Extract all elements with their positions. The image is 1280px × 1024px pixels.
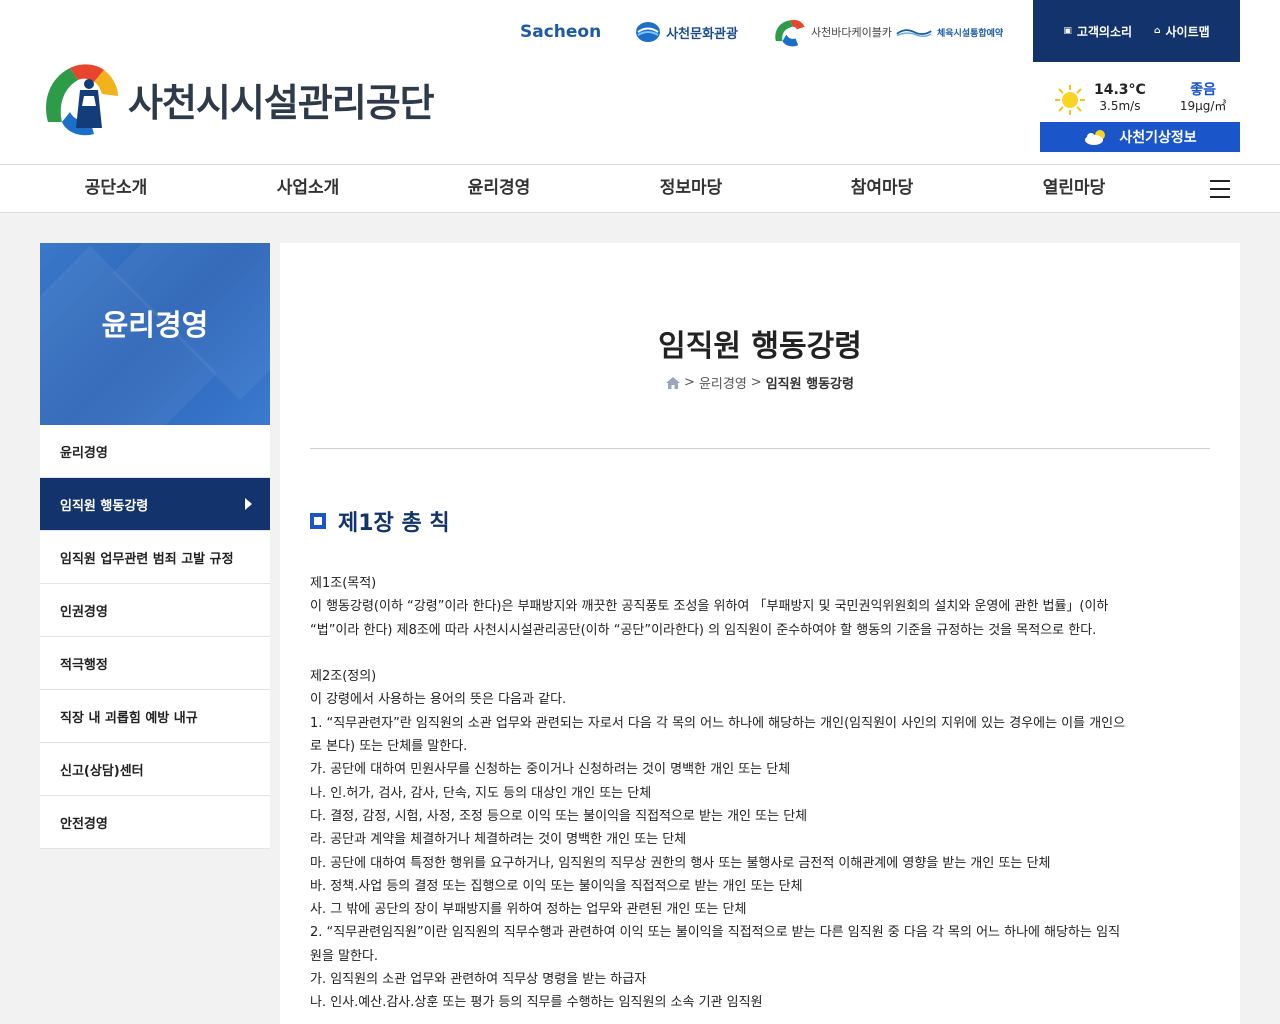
gnb-item-ethics[interactable]: 윤리경영 (419, 165, 579, 212)
breadcrumb-parent[interactable]: 윤리경영 (699, 373, 747, 392)
home-icon[interactable] (666, 376, 681, 389)
main-content: 임직원 행동강령 > 윤리경영 > 임직원 행동강령 제1장 총 칙 제1조(목… (280, 243, 1240, 1024)
sidebar-item-label: 적극행정 (60, 657, 108, 673)
sidebar-header: 윤리경영 (40, 243, 270, 425)
regulation-text: 제1조(목적) 이 행동강령(이하 “강령”이라 한다)은 부패방지와 깨끗한 공… (310, 572, 1210, 1015)
partner-sports-booking[interactable]: 체육시설통합예약 (896, 26, 1003, 39)
partner-links: Sacheon 사천문화관광 사천바다케이블카 체육시설통합예약 (520, 14, 1003, 50)
top-utility-bar: ▣ 고객의소리 ⌂ 사이트맵 (1033, 0, 1240, 62)
text-line: 가. 공단에 대하여 민원사무를 신청하는 중이거나 신청하려는 것이 명백한 … (310, 762, 791, 778)
weather-info-label: 사천기상정보 (1119, 130, 1197, 146)
logo-text: 사천시시설관리공단 (128, 80, 435, 125)
page-title: 임직원 행동강령 (658, 329, 862, 364)
partner-cable-car[interactable]: 사천바다케이블카 (772, 17, 892, 47)
text-line: 2. “직무관련임직원”이란 임직원의 직무수행과 관련하여 이익 또는 불이익… (310, 925, 1121, 941)
site-logo[interactable]: 사천시시설관리공단 (40, 60, 435, 138)
breadcrumb-separator: > (750, 375, 762, 390)
sun-icon (1055, 85, 1085, 115)
customer-voice-link[interactable]: ▣ 고객의소리 (1063, 23, 1132, 40)
square-bullet-icon (310, 513, 326, 529)
sacheon-logo-text: Sacheon (520, 22, 601, 42)
sidebar-item-label: 직장 내 괴롭힘 예방 내규 (60, 710, 198, 726)
text-line: 바. 정책.사업 등의 결정 또는 집행으로 이익 또는 불이익을 직접적으로 … (310, 878, 803, 894)
chapter-title: 제1장 총 칙 (338, 511, 450, 536)
sidebar-item-safety[interactable]: 안전경영 (40, 796, 270, 849)
gnb-item-about[interactable]: 공단소개 (36, 165, 196, 212)
weather-wind: 3.5m/s (1099, 99, 1141, 113)
text-line: 1. “직무관련자”란 임직원의 소관 업무와 관련되는 자로서 다음 각 목의… (310, 715, 1126, 731)
breadcrumb: > 윤리경영 > 임직원 행동강령 (280, 373, 1240, 392)
sidebar-item-harassment-prevention[interactable]: 직장 내 괴롭힘 예방 내규 (40, 690, 270, 743)
sidebar: 윤리경영 윤리경영 임직원 행동강령 임직원 업무관련 범죄 고발 규정 인권경… (40, 243, 270, 849)
main-navigation: 공단소개 사업소개 윤리경영 정보마당 참여마당 열린마당 (0, 164, 1280, 213)
text-line: 다. 결정, 감정, 시험, 사정, 조정 등으로 이익 또는 불이익을 직접적… (310, 808, 808, 824)
text-line: 이 행동강령(이하 “강령”이라 한다)은 부패방지와 깨끗한 공직풍토 조성을… (310, 599, 1109, 615)
gnb-item-business[interactable]: 사업소개 (228, 165, 388, 212)
weather-widget: 14.3°C 3.5m/s 좋음 19µg/㎥ 사천기상정보 (1040, 82, 1240, 152)
text-line: 사. 그 밖에 공단의 장이 부패방지를 위하여 정하는 업무와 관련된 개인 … (310, 902, 747, 918)
partner-sacheon-label: Sacheon (520, 22, 602, 42)
air-quality-status: 좋음 (1190, 82, 1216, 98)
text-line: 나. 인사.예산.감사.상훈 또는 평가 등의 직무를 수행하는 임직원의 소속… (310, 995, 763, 1011)
text-line: 이 강령에서 사용하는 용어의 뜻은 다음과 같다. (310, 692, 567, 708)
text-line: 원을 말한다. (310, 948, 379, 964)
partner-sacheon[interactable]: Sacheon (520, 22, 601, 42)
sidebar-item-human-rights[interactable]: 인권경영 (40, 584, 270, 637)
gnb-item-open[interactable]: 열린마당 (994, 165, 1154, 212)
weather-info-button[interactable]: 사천기상정보 (1040, 122, 1240, 152)
text-line (310, 642, 1210, 665)
partner-cable-car-label: 사천바다케이블카 (810, 26, 892, 39)
chapter-heading: 제1장 총 칙 (310, 505, 450, 537)
sidebar-item-report-center[interactable]: 신고(상담)센터 (40, 743, 270, 796)
site-header: 사천시시설관리공단 Sacheon 사천문화관광 사천바다케이블카 체육시설통합… (0, 0, 1280, 164)
text-line: 제1조(목적) (310, 576, 377, 591)
sidebar-item-label: 인권경영 (60, 604, 108, 620)
logo-emblem-icon (40, 60, 122, 138)
gnb-item-info[interactable]: 정보마당 (611, 165, 771, 212)
text-line: 마. 공단에 대하여 특정한 행위를 요구하거나, 임직원의 직무상 권한의 행… (310, 855, 1051, 871)
text-line: 나. 인.허가, 검사, 감사, 단속, 지도 등의 대상인 개인 또는 단체 (310, 785, 652, 801)
arrow-right-icon (245, 498, 252, 510)
title-divider (310, 448, 1210, 449)
home-icon: ⌂ (1154, 26, 1161, 36)
sidebar-item-crime-report-rules[interactable]: 임직원 업무관련 범죄 고발 규정 (40, 531, 270, 584)
text-line: 제2조(정의) (310, 669, 377, 685)
customer-voice-label: 고객의소리 (1076, 24, 1133, 39)
dust-value: 19µg/㎥ (1179, 99, 1227, 113)
document-icon: ▣ (1063, 26, 1072, 36)
sidebar-item-label: 임직원 행동강령 (60, 498, 149, 514)
breadcrumb-separator: > (684, 375, 695, 390)
sidebar-item-label: 신고(상담)센터 (60, 763, 144, 779)
sidebar-item-code-of-conduct[interactable]: 임직원 행동강령 (40, 478, 270, 531)
text-line: 로 본다) 또는 단체를 말한다. (310, 739, 468, 755)
cloud-sun-icon (1085, 130, 1106, 145)
partner-sports-booking-label: 체육시설통합예약 (936, 28, 1004, 39)
partner-culture-tourism-label: 사천문화관광 (666, 26, 738, 42)
sitemap-label: 사이트맵 (1165, 24, 1210, 39)
sidebar-title: 윤리경영 (101, 308, 209, 342)
text-line: “법”이라 한다) 제8조에 따라 사천시시설관리공단(이하 “공단”이라한다)… (310, 622, 1097, 638)
sitemap-link[interactable]: ⌂ 사이트맵 (1154, 23, 1210, 40)
weather-temperature: 14.3°C (1094, 82, 1146, 98)
sports-wave-icon (896, 29, 932, 37)
gnb-item-participation[interactable]: 참여마당 (802, 165, 962, 212)
text-line: 라. 공단과 계약을 체결하거나 체결하려는 것이 명백한 개인 또는 단체 (310, 832, 687, 848)
sidebar-item-label: 안전경영 (60, 816, 108, 832)
partner-culture-tourism[interactable]: 사천문화관광 (635, 21, 738, 43)
sidebar-item-active-admin[interactable]: 적극행정 (40, 637, 270, 690)
menu-hamburger-icon[interactable] (1210, 180, 1230, 198)
sidebar-item-label: 윤리경영 (60, 445, 108, 461)
sidebar-item-ethics[interactable]: 윤리경영 (40, 425, 270, 478)
text-line: 가. 임직원의 소관 업무와 관련하여 직무상 명령을 받는 하급자 (310, 972, 647, 988)
sidebar-item-label: 임직원 업무관련 범죄 고발 규정 (60, 551, 234, 567)
cable-car-logo-icon (775, 19, 805, 47)
breadcrumb-current: 임직원 행동강령 (765, 377, 854, 392)
culture-tourism-icon (636, 22, 661, 42)
